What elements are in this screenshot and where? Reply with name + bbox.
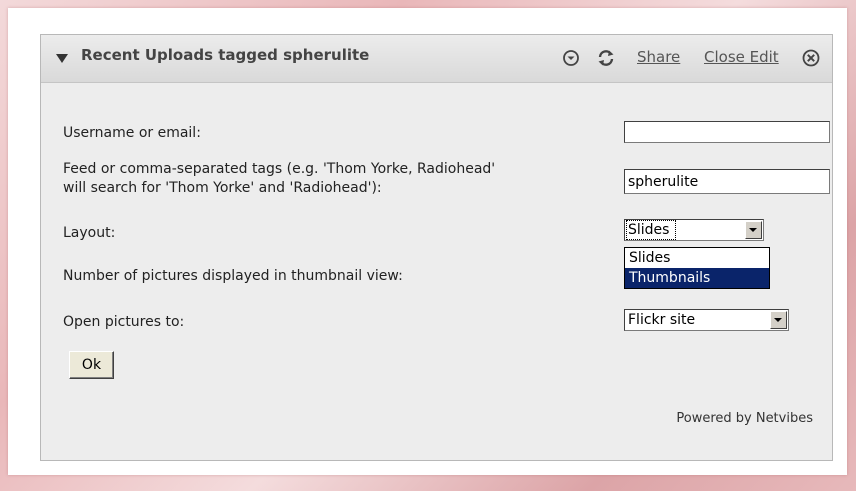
layout-dropdown-button[interactable]	[745, 221, 762, 239]
close-edit-link[interactable]: Close Edit	[704, 48, 779, 66]
layout-label: Layout:	[63, 225, 116, 241]
widget-title: Recent Uploads tagged spherulite	[81, 46, 370, 64]
username-label: Username or email:	[63, 125, 201, 141]
username-input[interactable]	[624, 121, 830, 143]
open-pictures-dropdown-button[interactable]	[770, 311, 787, 329]
flickr-widget: Recent Uploads tagged spherulite Share C…	[40, 34, 833, 461]
open-pictures-select[interactable]: Flickr site	[624, 309, 789, 331]
layout-dropdown-list: Slides Thumbnails	[624, 247, 770, 289]
layout-select[interactable]: Slides	[624, 219, 764, 241]
ok-button[interactable]: Ok	[69, 351, 114, 379]
page-frame: Recent Uploads tagged spherulite Share C…	[8, 8, 847, 475]
menu-circle-icon[interactable]	[562, 49, 580, 67]
powered-by-text: Powered by Netvibes	[676, 411, 813, 426]
widget-header: Recent Uploads tagged spherulite Share C…	[41, 35, 832, 83]
layout-option-thumbnails[interactable]: Thumbnails	[625, 268, 769, 288]
open-pictures-selected-value: Flickr site	[628, 312, 696, 328]
chevron-down-icon	[749, 228, 757, 232]
chevron-down-icon	[774, 318, 782, 322]
tags-input[interactable]	[624, 169, 830, 194]
close-circle-icon[interactable]	[801, 48, 821, 68]
share-link[interactable]: Share	[637, 48, 680, 66]
tags-label-line1: Feed or comma-separated tags (e.g. 'Thom…	[63, 161, 496, 177]
refresh-icon[interactable]	[596, 48, 616, 68]
collapse-arrow-icon[interactable]	[56, 54, 68, 63]
thumbnail-count-label: Number of pictures displayed in thumbnai…	[63, 268, 403, 284]
open-pictures-label: Open pictures to:	[63, 314, 185, 330]
tags-label-line2: will search for 'Thom Yorke' and 'Radioh…	[63, 180, 382, 196]
layout-selected-value: Slides	[625, 220, 677, 240]
layout-option-slides[interactable]: Slides	[625, 248, 769, 268]
